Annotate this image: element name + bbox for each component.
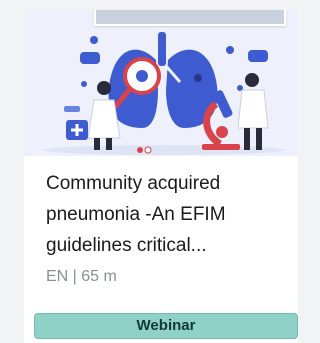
lungs-doctors-illustration-icon — [44, 32, 284, 155]
course-title[interactable]: Community acquired pneumonia -An EFIM gu… — [46, 168, 286, 261]
background-card-edge — [94, 10, 286, 26]
course-thumbnail[interactable] — [24, 10, 298, 156]
webinar-badge: Webinar — [34, 313, 298, 339]
doctor-right-icon — [237, 73, 269, 150]
course-meta: EN | 65 m — [46, 268, 117, 285]
shield-icon — [66, 120, 88, 140]
